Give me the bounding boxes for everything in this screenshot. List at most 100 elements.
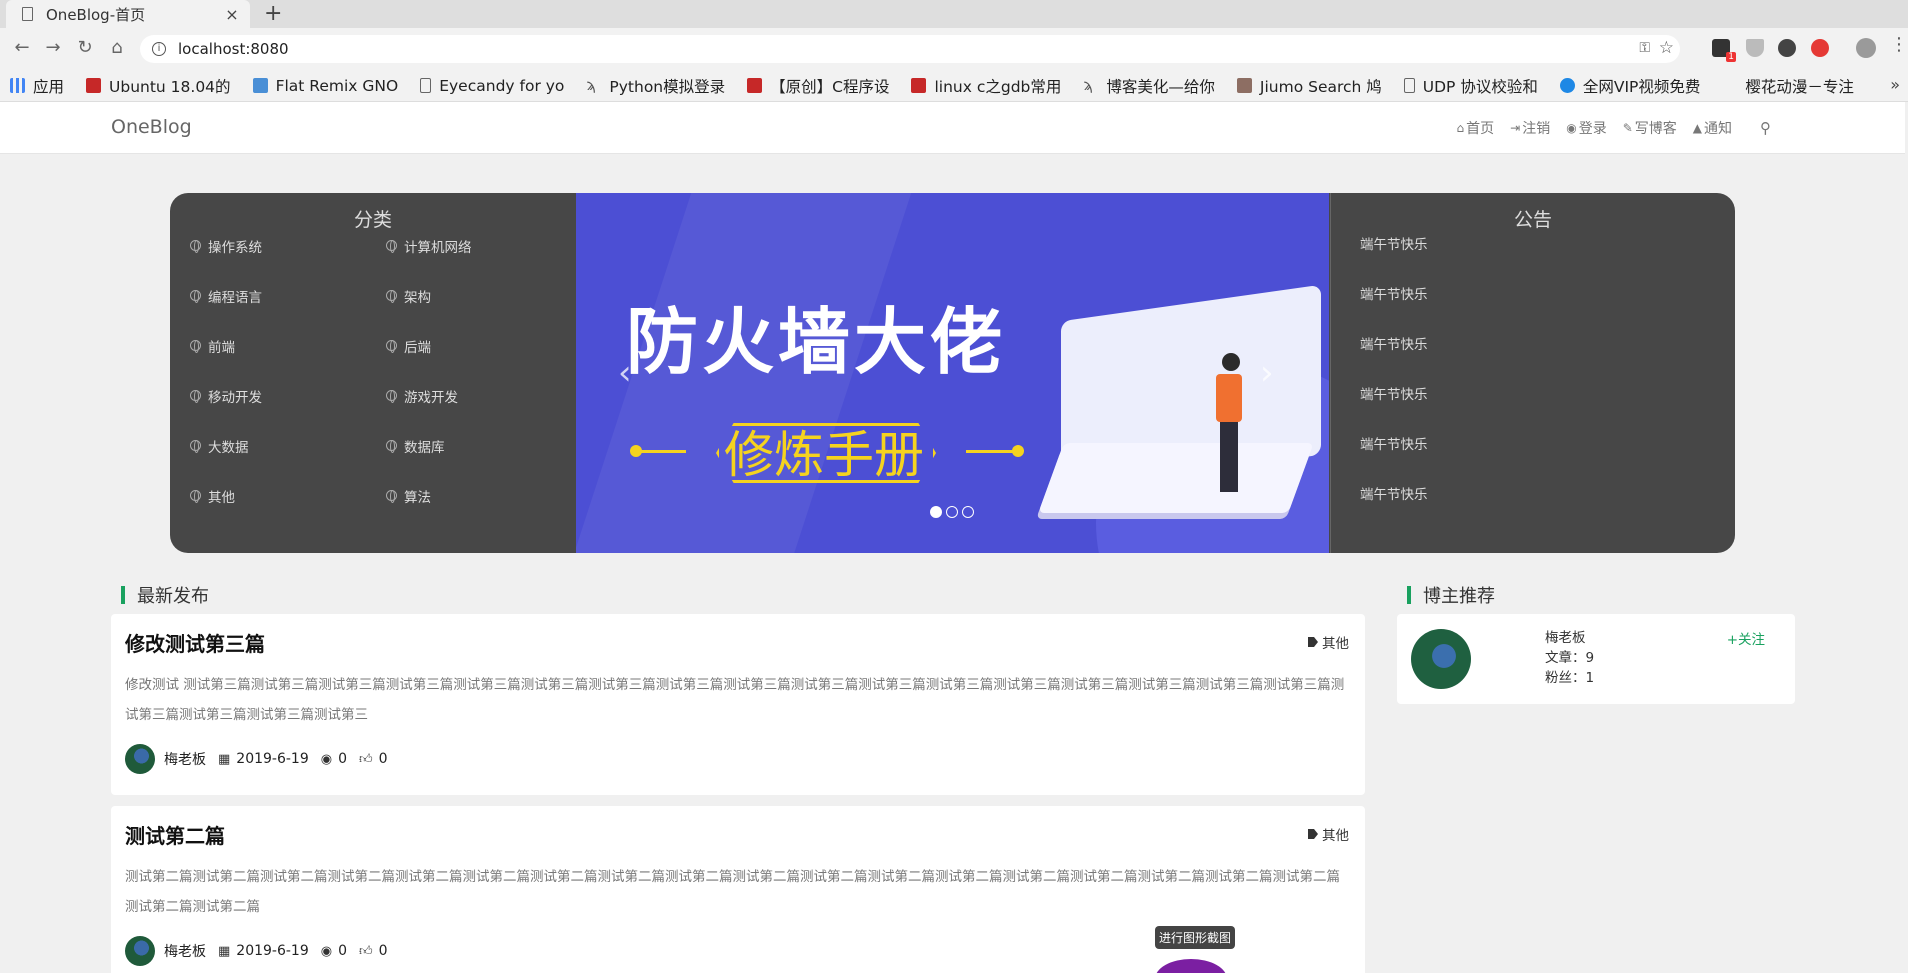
nav-logout[interactable]: ⇥ 注销: [1510, 118, 1550, 138]
author-name[interactable]: 梅老板: [164, 941, 206, 961]
views: ◉ 0: [320, 751, 348, 767]
nav-login[interactable]: ◉ 登录: [1566, 118, 1606, 138]
bookmark-item[interactable]: Flat Remix GNO: [243, 77, 411, 95]
bookmark-item[interactable]: 应用: [0, 75, 76, 97]
likes[interactable]: 👍︎ 0: [359, 751, 388, 767]
bookmark-star-icon[interactable]: ☆: [1659, 38, 1674, 58]
site-info-icon[interactable]: i: [152, 42, 166, 56]
likes[interactable]: 👍︎ 0: [359, 943, 388, 959]
carousel-next-icon[interactable]: ›: [1260, 353, 1274, 393]
notice-item[interactable]: 端午节快乐: [1360, 233, 1428, 283]
globe-icon: [190, 340, 201, 353]
carousel-dot[interactable]: [962, 506, 974, 518]
article-tag[interactable]: 其他: [1308, 824, 1349, 844]
bookmarks-overflow-icon[interactable]: »: [1890, 75, 1900, 94]
lambda-icon: ϡ: [1083, 76, 1093, 94]
carousel-prev-icon[interactable]: ‹: [618, 353, 632, 393]
follow-button[interactable]: +关注: [1727, 628, 1765, 648]
bookmark-item[interactable]: Eyecandy for yo: [410, 77, 576, 95]
category-item[interactable]: 架构: [386, 283, 570, 308]
new-tab-button[interactable]: +: [264, 1, 282, 26]
nav-notifications[interactable]: ▲ 通知: [1693, 118, 1732, 138]
recommend-heading: 博主推荐: [1407, 582, 1495, 608]
bookmark-item[interactable]: ϡ 博客美化—给你: [1073, 75, 1227, 97]
author-name[interactable]: 梅老板: [164, 749, 206, 769]
bookmark-item[interactable]: Ubuntu 18.04的: [76, 75, 243, 97]
article-title[interactable]: 测试第二篇: [125, 820, 225, 849]
document-icon: [1403, 78, 1415, 93]
category-item[interactable]: 后端: [386, 333, 570, 358]
site-brand[interactable]: OneBlog: [111, 116, 192, 138]
extension-icon[interactable]: [1778, 39, 1796, 57]
image-carousel[interactable]: 防火墙大佬 修炼手册 ‹ ›: [576, 193, 1329, 553]
reload-icon[interactable]: ↻: [73, 36, 97, 60]
csdn-icon: [747, 78, 763, 93]
address-bar[interactable]: i localhost:8080 ⚿ ☆: [140, 35, 1680, 63]
avatar[interactable]: [125, 744, 155, 774]
nav-write-blog[interactable]: ✎ 写博客: [1623, 118, 1677, 138]
category-item[interactable]: 计算机网络: [386, 233, 570, 258]
category-item[interactable]: 大数据: [190, 433, 386, 458]
image-icon: [252, 78, 268, 93]
globe-icon: [386, 240, 397, 253]
tab-close-icon[interactable]: ×: [222, 5, 242, 24]
browser-tab[interactable]: OneBlog-首页 ×: [6, 0, 250, 28]
forward-arrow-icon[interactable]: →: [41, 36, 65, 60]
notice-item[interactable]: 端午节快乐: [1360, 383, 1428, 433]
category-item[interactable]: 移动开发: [190, 383, 386, 408]
avatar[interactable]: [1411, 629, 1471, 689]
article-summary: 修改测试 测试第三篇测试第三篇测试第三篇测试第三篇测试第三篇测试第三篇测试第三篇…: [125, 677, 1345, 723]
eye-icon: ◉: [320, 751, 333, 767]
article-card[interactable]: 修改测试第三篇 其他 修改测试 测试第三篇测试第三篇测试第三篇测试第三篇测试第三…: [111, 614, 1365, 795]
globe-icon: [190, 390, 201, 403]
bookmark-item[interactable]: Jiumo Search 鸠: [1227, 75, 1394, 97]
home-icon[interactable]: ⌂: [105, 36, 129, 60]
category-item[interactable]: 游戏开发: [386, 383, 570, 408]
record-extension-icon[interactable]: [1811, 39, 1829, 57]
blogger-article-count: 文章：9: [1545, 650, 1595, 666]
bookmark-item[interactable]: 樱花动漫－专注: [1712, 75, 1866, 97]
category-item[interactable]: 操作系统: [190, 233, 386, 258]
extension-icon[interactable]: [1712, 39, 1736, 62]
bookmark-item[interactable]: UDP 协议校验和: [1394, 75, 1550, 97]
category-item[interactable]: 前端: [190, 333, 386, 358]
bell-icon: ▲: [1692, 121, 1702, 135]
globe-icon: [386, 390, 397, 403]
menu-dots-icon[interactable]: ⋮: [1890, 34, 1908, 55]
category-item[interactable]: 编程语言: [190, 283, 386, 308]
notice-list: 端午节快乐 端午节快乐 端午节快乐 端午节快乐 端午节快乐 端午节快乐: [1360, 233, 1428, 533]
notice-item[interactable]: 端午节快乐: [1360, 483, 1428, 533]
blogger-info: 梅老板 文章：9 粉丝：1: [1545, 628, 1594, 688]
avatar[interactable]: [125, 936, 155, 966]
search-icon[interactable]: ⚲: [1760, 118, 1771, 138]
thumbs-up-icon: 👍︎: [359, 943, 373, 959]
jiumo-icon: [1236, 78, 1252, 93]
carousel-dot[interactable]: [930, 506, 942, 518]
carousel-indicators: [930, 506, 978, 518]
shield-extension-icon[interactable]: [1746, 39, 1764, 57]
globe-icon: [386, 340, 397, 353]
notice-item[interactable]: 端午节快乐: [1360, 283, 1428, 333]
notice-item[interactable]: 端午节快乐: [1360, 433, 1428, 483]
article-tag[interactable]: 其他: [1308, 632, 1349, 652]
category-item[interactable]: 算法: [386, 483, 570, 508]
bookmark-item[interactable]: 全网VIP视频免费: [1550, 75, 1713, 97]
back-arrow-icon[interactable]: ←: [10, 36, 34, 60]
lambda-icon: ϡ: [586, 76, 596, 94]
key-icon[interactable]: ⚿: [1639, 40, 1650, 56]
csdn-icon: [911, 78, 927, 93]
carousel-dot[interactable]: [946, 506, 958, 518]
category-item[interactable]: 其他: [190, 483, 386, 508]
blogger-name[interactable]: 梅老板: [1545, 628, 1594, 648]
bookmark-item[interactable]: 【原创】C程序设: [737, 75, 901, 97]
bookmark-item[interactable]: ϡ Python模拟登录: [576, 75, 737, 97]
notice-item[interactable]: 端午节快乐: [1360, 333, 1428, 383]
blank-icon: [1722, 78, 1737, 93]
tab-title: OneBlog-首页: [46, 5, 146, 24]
category-item[interactable]: 数据库: [386, 433, 570, 458]
bookmark-item[interactable]: linux c之gdb常用: [901, 75, 1073, 97]
profile-avatar-icon[interactable]: [1856, 38, 1876, 58]
nav-home[interactable]: ⌂ 首页: [1457, 118, 1495, 138]
globe-icon: [190, 240, 201, 253]
article-title[interactable]: 修改测试第三篇: [125, 628, 265, 657]
